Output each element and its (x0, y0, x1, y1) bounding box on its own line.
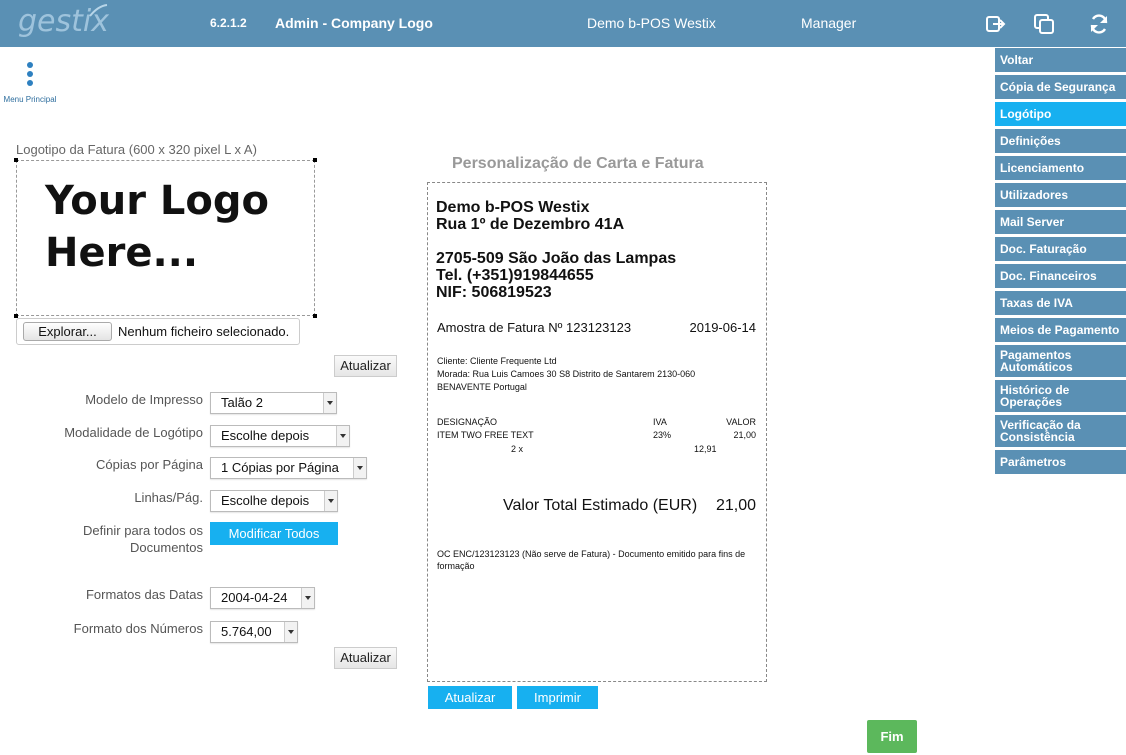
invoice-city: BENAVENTE Portugal (437, 382, 527, 392)
refresh-icon[interactable] (1087, 12, 1111, 36)
sidebar-item-taxas-iva[interactable]: Taxas de IVA (995, 291, 1126, 315)
invoice-number: Amostra de Fatura Nº 123123123 (437, 320, 632, 335)
resize-handle[interactable] (313, 158, 317, 162)
invoice-phone: Tel. (+351)919844655 (436, 267, 594, 284)
file-status: Nenhum ficheiro selecionado. (118, 324, 290, 339)
invoice-client: Cliente: Cliente Frequente Ltd (437, 356, 557, 366)
modalidade-logotipo-select[interactable]: Escolhe depois (210, 425, 350, 447)
col-valor: VALOR (726, 417, 756, 427)
copy-window-icon[interactable] (1032, 12, 1056, 36)
invoice-footer-line-1: OC ENC/123123123 (Não serve de Fatura) -… (437, 549, 746, 559)
logo-placeholder-line-2: Here... (45, 230, 199, 276)
logo-placeholder-line-1: Your Logo (45, 178, 269, 224)
formato-numeros-value: 5.764,00 (221, 624, 272, 639)
item-qty: 2 x (511, 444, 524, 454)
vertical-dots-icon (27, 62, 33, 86)
print-button[interactable]: Imprimir (517, 686, 598, 709)
sidebar-item-pagamentos-automaticos[interactable]: Pagamentos Automáticos (995, 345, 1126, 377)
formato-datas-select[interactable]: 2004-04-24 (210, 587, 315, 609)
col-designacao: DESIGNAÇÃO (437, 417, 498, 427)
logo-placeholder: Your Logo Here... (45, 175, 269, 279)
item-name: ITEM TWO FREE TEXT (437, 430, 534, 440)
modelo-impresso-select[interactable]: Talão 2 (210, 392, 337, 414)
item-iva: 23% (653, 430, 672, 440)
app-version: 6.2.1.2 (210, 16, 247, 30)
modelo-impresso-value: Talão 2 (221, 395, 263, 410)
modelo-impresso-label: Modelo de Impresso (85, 392, 203, 407)
col-iva: IVA (653, 417, 667, 427)
sidebar-menu: Voltar Cópia de Segurança Logótipo Defin… (995, 48, 1126, 477)
sidebar-item-meios-pagamento[interactable]: Meios de Pagamento (995, 318, 1126, 342)
invoice-address-1: Rua 1º de Dezembro 41A (436, 216, 625, 233)
chevron-down-icon (324, 491, 337, 511)
linhas-pagina-select[interactable]: Escolhe depois (210, 490, 338, 512)
item-valor: 21,00 (733, 430, 756, 440)
sidebar-item-logotipo[interactable]: Logótipo (995, 102, 1126, 126)
sidebar-item-doc-faturacao[interactable]: Doc. Faturação (995, 237, 1126, 261)
sidebar-item-parametros[interactable]: Parâmetros (995, 450, 1126, 474)
chevron-down-icon (301, 588, 314, 608)
linhas-pagina-label: Linhas/Pág. (134, 490, 203, 505)
logout-icon[interactable] (983, 12, 1007, 36)
chevron-down-icon (284, 622, 297, 642)
invoice-nif: NIF: 506819523 (436, 284, 552, 301)
invoice-footer-line-2: formação (437, 561, 475, 571)
invoice-company-name: Demo b-POS Westix (436, 199, 590, 216)
preview-update-button[interactable]: Atualizar (428, 686, 512, 709)
sidebar-item-doc-financeiros[interactable]: Doc. Financeiros (995, 264, 1126, 288)
form-update-button[interactable]: Atualizar (334, 647, 397, 669)
resize-handle[interactable] (14, 158, 18, 162)
resize-handle[interactable] (313, 314, 317, 318)
modalidade-logotipo-label: Modalidade de Logótipo (64, 425, 203, 440)
sidebar-item-voltar[interactable]: Voltar (995, 48, 1126, 72)
modalidade-logotipo-value: Escolhe depois (221, 428, 310, 443)
sidebar-item-definicoes[interactable]: Definições (995, 129, 1126, 153)
sidebar-item-historico-operacoes[interactable]: Histórico de Operações (995, 380, 1126, 412)
sidebar-item-verificacao-consistencia[interactable]: Verificação da Consistência (995, 415, 1126, 447)
screen-title: Admin - Company Logo (275, 15, 433, 31)
sidebar-item-copia-seguranca[interactable]: Cópia de Segurança (995, 75, 1126, 99)
total-value: 21,00 (715, 497, 756, 514)
formato-numeros-label: Formato dos Números (73, 621, 203, 636)
modificar-todos-button[interactable]: Modificar Todos (210, 522, 338, 545)
menu-principal-label: Menu Principal (3, 95, 57, 104)
logo-section-title: Logotipo da Fatura (600 x 320 pixel L x … (16, 142, 257, 157)
company-name: Demo b-POS Westix (587, 15, 716, 31)
finish-button[interactable]: Fim (867, 720, 917, 753)
preview-title: Personalização de Carta e Fatura (452, 155, 704, 172)
menu-principal-button[interactable]: Menu Principal (0, 58, 60, 108)
definir-todos-label: Definir para todos os Documentos (0, 522, 203, 556)
copias-pagina-value: 1 Cópias por Página (221, 460, 339, 475)
invoice-morada: Morada: Rua Luis Camoes 30 S8 Distrito d… (437, 369, 696, 379)
logo-update-button[interactable]: Atualizar (334, 355, 397, 377)
invoice-address-2: 2705-509 São João das Lampas (436, 250, 677, 267)
item-unit-price: 12,91 (694, 444, 717, 454)
chevron-down-icon (336, 426, 349, 446)
file-input: Explorar... Nenhum ficheiro selecionado. (16, 318, 300, 345)
definir-todos-label-line-2: Documentos (130, 540, 203, 555)
formato-datas-value: 2004-04-24 (221, 590, 288, 605)
browse-button[interactable]: Explorar... (23, 322, 112, 341)
sidebar-item-utilizadores[interactable]: Utilizadores (995, 183, 1126, 207)
total-label: Valor Total Estimado (EUR) (503, 497, 698, 514)
definir-todos-label-line-1: Definir para todos os (83, 523, 203, 538)
formato-datas-label: Formatos das Datas (85, 587, 203, 602)
sidebar-item-licenciamento[interactable]: Licenciamento (995, 156, 1126, 180)
chevron-down-icon (353, 458, 366, 478)
top-bar: gestix 6.2.1.2 Admin - Company Logo Demo… (0, 0, 1126, 47)
invoice-preview: Demo b-POS Westix Rua 1º de Dezembro 41A… (427, 182, 767, 682)
copias-pagina-select[interactable]: 1 Cópias por Página (210, 457, 367, 479)
formato-numeros-select[interactable]: 5.764,00 (210, 621, 298, 643)
sidebar-item-mail-server[interactable]: Mail Server (995, 210, 1126, 234)
logo-swoosh-icon (89, 4, 108, 17)
invoice-date: 2019-06-14 (689, 320, 757, 335)
logo-preview-box: Your Logo Here... (14, 158, 317, 318)
chevron-down-icon (323, 393, 336, 413)
linhas-pagina-value: Escolhe depois (221, 493, 310, 508)
user-name: Manager (801, 15, 857, 31)
copias-pagina-label: Cópias por Página (96, 457, 203, 472)
